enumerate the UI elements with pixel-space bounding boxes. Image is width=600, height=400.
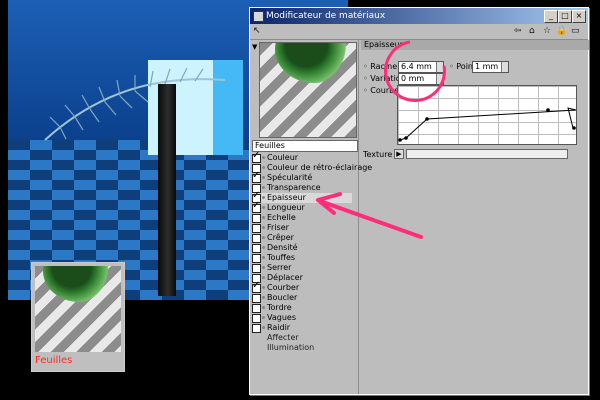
channel-item[interactable]: Couleur de rétro-éclairage [252, 163, 372, 173]
window-title-bar[interactable]: Modificateur de matériaux _ □ × [250, 8, 588, 24]
channel-checkbox[interactable] [252, 304, 261, 313]
lock-icon[interactable]: 🔒 [556, 26, 567, 37]
channel-label: Epaisseur [267, 193, 306, 202]
channel-dot-icon [262, 256, 265, 259]
channel-item[interactable]: Spécularité [252, 171, 352, 183]
channel-dot-icon [262, 166, 265, 169]
material-preview-small [35, 266, 121, 352]
channel-label: Couleur [267, 153, 299, 162]
texture-slot[interactable] [406, 149, 568, 159]
channel-item[interactable]: Vagues [252, 313, 352, 323]
channel-dot-icon [262, 176, 265, 179]
pointe-input[interactable]: 1 mm [472, 61, 509, 73]
material-name-field[interactable]: Feuilles [252, 140, 358, 152]
channel-dot-icon [262, 196, 265, 199]
channel-item[interactable]: Boucler [252, 293, 352, 303]
back-arrow-icon[interactable]: ⇦ [514, 26, 522, 37]
channel-label: Spécularité [267, 173, 313, 182]
channel-label: Echelle [267, 213, 296, 222]
channel-item[interactable]: Touffes [252, 253, 352, 263]
channel-label: Vagues [267, 313, 296, 322]
preview-menu-arrow-icon[interactable]: ▼ [252, 43, 257, 51]
channel-label: Déplacer [267, 273, 303, 282]
channel-item[interactable]: Illumination [252, 343, 352, 353]
channel-dot-icon [262, 316, 265, 319]
material-preview [259, 42, 357, 138]
channel-checkbox[interactable] [252, 201, 261, 213]
channel-item[interactable]: Tordre [252, 303, 352, 313]
close-button[interactable]: × [572, 10, 586, 23]
channel-item[interactable]: Serrer [252, 263, 352, 273]
channel-dot-icon [262, 156, 265, 159]
channel-item[interactable]: Déplacer [252, 273, 352, 283]
channel-item[interactable]: Affecter [252, 333, 352, 343]
channel-label: Densité [267, 243, 298, 252]
channel-item[interactable]: Couleur [252, 151, 352, 163]
maximize-button[interactable]: □ [558, 10, 572, 23]
channel-label: Serrer [267, 263, 292, 272]
channel-label: Longueur [267, 203, 305, 212]
annotation-arrow-icon [316, 192, 423, 239]
material-thumbnail[interactable]: Feuilles [31, 262, 125, 372]
channel-dot-icon [262, 226, 265, 229]
channel-item[interactable]: Densité [252, 243, 352, 253]
channel-dot-icon [262, 276, 265, 279]
channel-label: Crêper [267, 233, 294, 242]
channel-item[interactable]: Raidir [252, 323, 352, 333]
texture-row: Texture ▶ [361, 149, 586, 161]
window-icon[interactable]: ▭ [571, 26, 580, 37]
channel-label: Boucler [267, 293, 298, 302]
channel-dot-icon [262, 266, 265, 269]
channel-dot-icon [262, 246, 265, 249]
channel-dot-icon [262, 306, 265, 309]
palm-frond-icon [44, 67, 226, 141]
channel-checkbox[interactable] [252, 264, 261, 273]
channel-checkbox[interactable] [252, 281, 261, 293]
channel-dot-icon [262, 216, 265, 219]
toolbar: ↖ ⇦ ⌂ ☆ 🔒 ▭ [250, 25, 588, 40]
channel-dot-icon [262, 286, 265, 289]
channel-dot-icon [262, 296, 265, 299]
channel-checkbox[interactable] [252, 324, 261, 333]
channel-dot-icon [262, 326, 265, 329]
app-icon [253, 11, 264, 22]
viewport-pillar [158, 84, 176, 296]
channel-label: Courber [267, 283, 300, 292]
texture-label: Texture [363, 150, 393, 159]
channel-dot-icon [262, 186, 265, 189]
channel-checkbox[interactable] [252, 171, 261, 183]
channel-checkbox[interactable] [252, 214, 261, 223]
channel-label: Transparence [267, 183, 321, 192]
channel-checkbox[interactable] [252, 234, 261, 243]
channel-checkbox[interactable] [252, 224, 261, 233]
channel-checkbox[interactable] [252, 294, 261, 303]
material-thumbnail-caption: Feuilles [35, 355, 73, 366]
channel-checkbox[interactable] [252, 314, 261, 323]
channel-label: Raidir [267, 323, 291, 332]
channel-checkbox[interactable] [252, 254, 261, 263]
minimize-button[interactable]: _ [544, 10, 558, 23]
channel-dot-icon [262, 206, 265, 209]
channel-label: Illumination [267, 343, 315, 352]
channel-item[interactable]: Courber [252, 281, 352, 293]
channel-label: Touffes [267, 253, 296, 262]
channel-label: Tordre [267, 303, 292, 312]
channel-list: CouleurCouleur de rétro-éclairageSpécula… [252, 151, 372, 353]
star-icon[interactable]: ☆ [543, 26, 551, 37]
channel-checkbox[interactable] [252, 151, 261, 163]
texture-menu-icon[interactable]: ▶ [394, 149, 404, 159]
window-title: Modificateur de matériaux [266, 11, 386, 21]
channel-label: Affecter [267, 333, 299, 342]
channel-label: Couleur de rétro-éclairage [267, 163, 373, 172]
channel-label: Friser [267, 223, 289, 232]
channel-checkbox[interactable] [252, 244, 261, 253]
home-icon[interactable]: ⌂ [529, 26, 535, 37]
channel-dot-icon [262, 236, 265, 239]
pointer-icon[interactable]: ↖ [253, 26, 261, 37]
